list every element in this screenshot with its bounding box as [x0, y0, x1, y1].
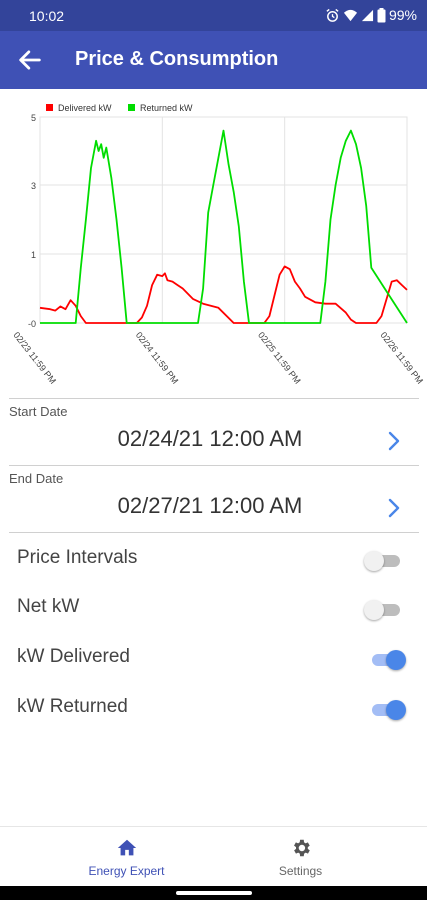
- end-date-label: End Date: [9, 471, 64, 486]
- page-title: Price & Consumption: [75, 48, 279, 70]
- nav-item-settings[interactable]: Settings: [194, 827, 407, 887]
- y-tick-label: 1: [31, 250, 36, 260]
- toggle-row-kw-delivered: kW Delivered: [0, 638, 427, 678]
- chart-legend: Delivered kW Returned kW: [46, 103, 193, 113]
- consumption-chart[interactable]: Delivered kW Returned kW -0 1 3 5 02/23 11:5…: [0, 95, 427, 395]
- wifi-icon: [343, 9, 358, 21]
- bottom-navigation: Energy Expert Settings: [0, 826, 427, 887]
- start-date-label: Start Date: [9, 404, 68, 419]
- nav-label: Settings: [278, 864, 323, 878]
- battery-icon: [377, 7, 386, 22]
- y-axis-ticks: -0 1 3 5: [28, 113, 36, 329]
- toggle-label: Price Intervals: [17, 547, 138, 568]
- gear-icon: [294, 839, 310, 857]
- toggle-row-kw-returned: kW Returned: [0, 688, 427, 728]
- gesture-pill[interactable]: [176, 891, 252, 895]
- switch-thumb: [386, 650, 406, 670]
- battery-percent: 99%: [388, 7, 417, 23]
- legend-swatch: [128, 104, 135, 111]
- legend-label: Returned kW: [140, 103, 193, 113]
- switch-thumb: [386, 700, 406, 720]
- toggle-label: kW Delivered: [17, 646, 130, 667]
- app-bar: Price & Consumption: [0, 31, 427, 89]
- toggle-row-net-kw: Net kW: [0, 588, 427, 628]
- end-date-row[interactable]: End Date 02/27/21 12:00 AM: [0, 466, 427, 532]
- back-arrow-icon[interactable]: [16, 46, 44, 74]
- switch-thumb: [364, 551, 384, 571]
- status-time: 10:02: [29, 8, 65, 24]
- status-icons: 99%: [325, 7, 417, 23]
- x-tick-label: 02/23 11:59 PM: [11, 330, 58, 386]
- x-axis-ticks: 02/23 11:59 PM 02/24 11:59 PM 02/25 11:59 …: [11, 330, 425, 386]
- legend-swatch: [46, 104, 53, 111]
- chart-series: [39, 129, 408, 324]
- toggle-label: Net kW: [17, 596, 80, 617]
- kw-delivered-switch[interactable]: [364, 648, 408, 672]
- kw-returned-switch[interactable]: [364, 698, 408, 722]
- switch-thumb: [364, 600, 384, 620]
- alarm-icon: [326, 8, 339, 22]
- y-tick-label: 3: [31, 181, 36, 191]
- chevron-right-icon[interactable]: [384, 496, 404, 520]
- start-date-value: 02/24/21 12:00 AM: [117, 426, 303, 451]
- x-tick-label: 02/26 11:59 PM: [378, 330, 425, 386]
- signal-icon: [361, 9, 374, 21]
- toggle-row-price-intervals: Price Intervals: [0, 539, 427, 579]
- x-tick-label: 02/25 11:59 PM: [256, 330, 303, 386]
- y-tick-label: 5: [31, 113, 36, 123]
- start-date-row[interactable]: Start Date 02/24/21 12:00 AM: [0, 399, 427, 465]
- end-date-value: 02/27/21 12:00 AM: [117, 493, 303, 518]
- status-bar: 10:02 99%: [0, 0, 427, 31]
- net-kw-switch[interactable]: [364, 598, 408, 622]
- divider: [9, 532, 419, 533]
- y-tick-label: -0: [28, 319, 36, 329]
- x-tick-label: 02/24 11:59 PM: [134, 330, 181, 386]
- series-line-returned: [40, 129, 408, 324]
- price-intervals-switch[interactable]: [364, 549, 408, 573]
- home-icon: [117, 839, 137, 856]
- legend-label: Delivered kW: [58, 103, 112, 113]
- toggle-label: kW Returned: [17, 696, 128, 717]
- series-line-delivered: [39, 265, 408, 324]
- chevron-right-icon[interactable]: [384, 429, 404, 453]
- gesture-navigation-bar: [0, 886, 427, 900]
